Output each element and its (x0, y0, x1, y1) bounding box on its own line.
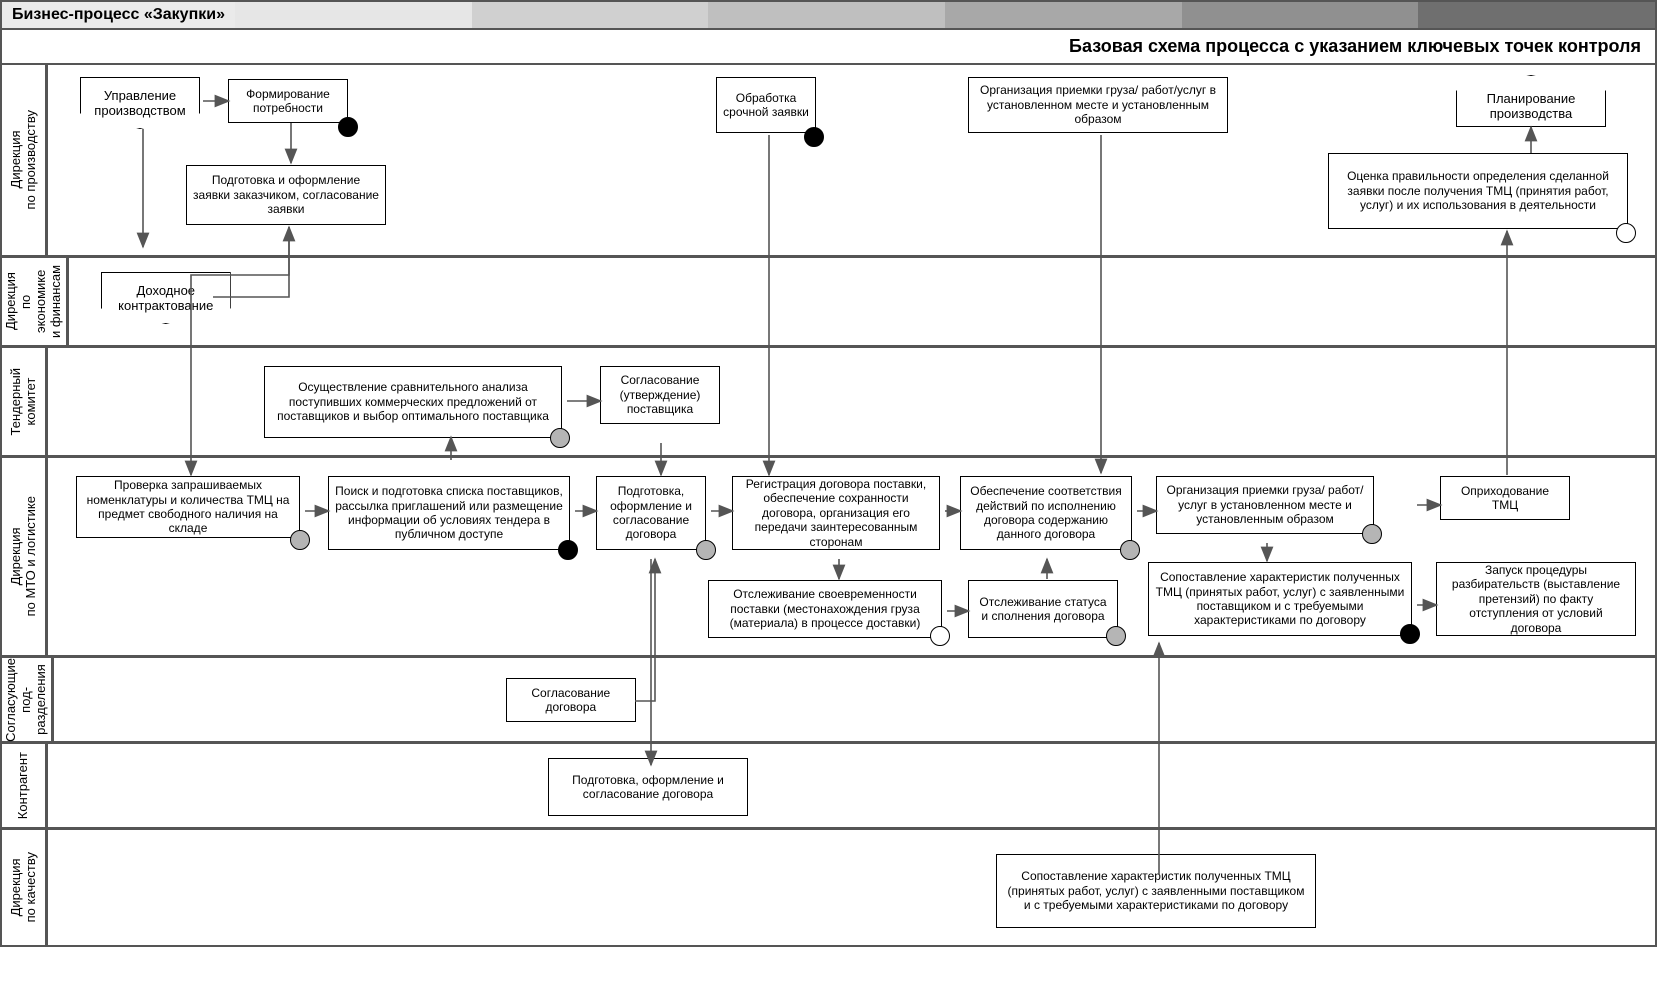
node-quality-compare: Сопоставление характеристик полученных Т… (996, 854, 1316, 928)
lane-label: Согласующиепод-разделения (2, 658, 54, 741)
node-contract-compliance: Обеспечение соответствия действий по исп… (960, 476, 1132, 550)
offpage-planning: Планирование производства (1456, 75, 1606, 127)
title-bar: Бизнес-процесс «Закупки» (0, 0, 1657, 28)
lane-quality: Дирекцияпо качеству Сопоставление характ… (2, 827, 1655, 945)
swimlane-diagram: Дирекцияпо производству Управление произ… (0, 65, 1657, 947)
lane-approvers: Согласующиепод-разделения Согласование д… (2, 655, 1655, 741)
node-comparative-analysis: Осуществление сравнительного анализа пос… (264, 366, 562, 438)
node-prepare-contract-2: Подготовка, оформление и согласование до… (548, 758, 748, 816)
control-point-icon (1106, 626, 1126, 646)
node-approve-supplier: Согласование (утверждение) поставщика (600, 366, 720, 424)
node-claims-procedure: Запуск процедуры разбирательств (выставл… (1436, 562, 1636, 636)
lane-production: Дирекцияпо производству Управление произ… (2, 65, 1655, 255)
control-point-icon (290, 530, 310, 550)
offpage-income-contracting: Доходное контрактование (101, 272, 231, 324)
title-gradient (235, 2, 1655, 28)
lane-label: Дирекцияпо экономикеи финансам (2, 258, 69, 345)
control-point-icon (804, 127, 824, 147)
lane-label: Дирекцияпо качеству (2, 830, 48, 945)
node-check-stock: Проверка запрашиваемых номенклатуры и ко… (76, 476, 300, 538)
control-point-icon (696, 540, 716, 560)
lane-label: Тендерныйкомитет (2, 348, 48, 455)
lane-tender: Тендерныйкомитет Осуществление сравнител… (2, 345, 1655, 455)
control-point-icon (1120, 540, 1140, 560)
node-prepare-contract-1: Подготовка, оформление и согласование до… (596, 476, 706, 550)
node-compare-characteristics: Сопоставление характеристик полученных Т… (1148, 562, 1412, 636)
control-point-icon (558, 540, 578, 560)
diagram-title: Бизнес-процесс «Закупки» (2, 2, 235, 28)
node-form-need: Формирование потребности (228, 79, 348, 123)
control-point-icon (1616, 223, 1636, 243)
offpage-management: Управление производством (80, 77, 200, 129)
node-track-status: Отслеживание статуса и сполнения договор… (968, 580, 1118, 638)
control-point-icon (1400, 624, 1420, 644)
lane-label: Дирекцияпо МТО и логистике (2, 458, 48, 655)
node-track-delivery: Отслеживание своевременности поставки (м… (708, 580, 942, 638)
diagram-subtitle: Базовая схема процесса с указанием ключе… (0, 28, 1657, 65)
node-prepare-request: Подготовка и оформление заявки заказчико… (186, 165, 386, 225)
node-search-suppliers: Поиск и подготовка списка поставщиков, р… (328, 476, 570, 550)
node-evaluate-request: Оценка правильности определения сделанно… (1328, 153, 1628, 229)
node-register-contract: Регистрация договора поставки, обеспечен… (732, 476, 940, 550)
node-organize-receipt-1: Организация приемки груза/ работ/услуг в… (968, 77, 1228, 133)
lane-label: Дирекцияпо производству (2, 65, 48, 255)
lane-mto: Дирекцияпо МТО и логистике Проверка запр… (2, 455, 1655, 655)
lane-label: Контрагент (2, 744, 48, 827)
node-agree-contract: Согласование договора (506, 678, 636, 722)
control-point-icon (1362, 524, 1382, 544)
node-urgent-request: Обработка срочной заявки (716, 77, 816, 133)
lane-counterparty: Контрагент Подготовка, оформление и согл… (2, 741, 1655, 827)
node-posting-tmc: Оприходование ТМЦ (1440, 476, 1570, 520)
control-point-icon (930, 626, 950, 646)
lane-finance: Дирекцияпо экономикеи финансам Доходное … (2, 255, 1655, 345)
control-point-icon (338, 117, 358, 137)
control-point-icon (550, 428, 570, 448)
node-organize-receipt-2: Организация приемки груза/ работ/услуг в… (1156, 476, 1374, 534)
